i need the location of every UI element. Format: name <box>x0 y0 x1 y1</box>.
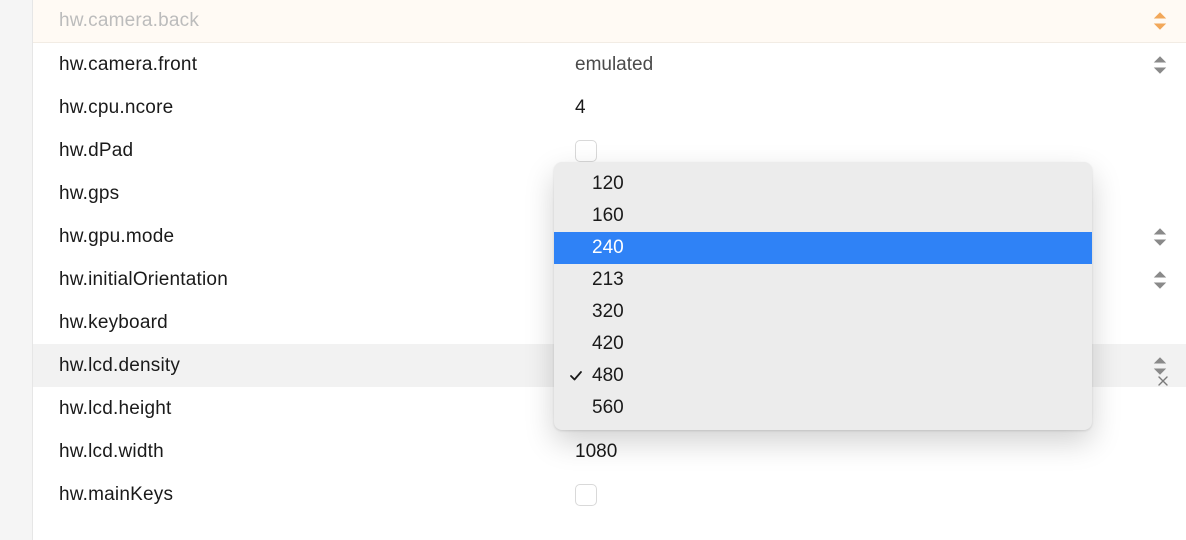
dropdown-option-label: 240 <box>592 237 624 258</box>
property-label: hw.lcd.width <box>59 441 565 463</box>
property-label: hw.gps <box>59 183 565 205</box>
dropdown-option[interactable]: 560 <box>554 392 1092 424</box>
property-label: hw.camera.back <box>59 10 565 32</box>
stepper-icon[interactable] <box>1152 56 1168 74</box>
property-label: hw.cpu.ncore <box>59 97 565 119</box>
density-dropdown[interactable]: 120 160 240 213 320 420 480 560 <box>554 162 1092 430</box>
checkbox[interactable] <box>575 484 597 506</box>
property-value[interactable] <box>565 12 1168 30</box>
check-icon <box>566 360 586 392</box>
property-label: hw.gpu.mode <box>59 226 565 248</box>
dropdown-option[interactable]: 213 <box>554 264 1092 296</box>
property-label: hw.lcd.density <box>59 355 565 377</box>
property-label: hw.camera.front <box>59 54 565 76</box>
property-label: hw.dPad <box>59 140 565 162</box>
property-value[interactable]: emulated <box>565 54 1168 76</box>
dropdown-option[interactable]: 320 <box>554 296 1092 328</box>
property-value[interactable] <box>565 484 1168 506</box>
dropdown-option[interactable]: 420 <box>554 328 1092 360</box>
dropdown-option-label: 560 <box>592 397 624 418</box>
property-row[interactable]: hw.mainKeys <box>33 473 1186 516</box>
property-label: hw.keyboard <box>59 312 565 334</box>
property-row[interactable]: hw.camera.front emulated <box>33 43 1186 86</box>
dropdown-option-label: 420 <box>592 333 624 354</box>
checkbox[interactable] <box>575 140 597 162</box>
property-row[interactable]: hw.cpu.ncore 4 <box>33 86 1186 129</box>
dropdown-option[interactable]: 160 <box>554 200 1092 232</box>
dropdown-option[interactable]: 120 <box>554 168 1092 200</box>
dropdown-option-label: 160 <box>592 205 624 226</box>
dropdown-option-label: 120 <box>592 173 624 194</box>
property-label: hw.initialOrientation <box>59 269 565 291</box>
dropdown-option-label: 213 <box>592 269 624 290</box>
dropdown-option[interactable]: 480 <box>554 360 1092 392</box>
clear-button[interactable] <box>1154 372 1172 390</box>
property-row[interactable]: hw.lcd.width 1080 <box>33 430 1186 473</box>
property-value[interactable]: 4 <box>565 97 1168 119</box>
stepper-icon[interactable] <box>1152 12 1168 30</box>
property-value[interactable]: 1080 <box>565 441 1168 463</box>
dropdown-option[interactable]: 240 <box>554 232 1092 264</box>
dropdown-option-label: 480 <box>592 365 624 386</box>
property-label: hw.lcd.height <box>59 398 565 420</box>
property-row[interactable]: hw.camera.back <box>33 0 1186 43</box>
property-label: hw.mainKeys <box>59 484 565 506</box>
property-value[interactable] <box>565 140 1168 162</box>
dropdown-option-label: 320 <box>592 301 624 322</box>
stepper-icon[interactable] <box>1152 271 1168 289</box>
stepper-icon[interactable] <box>1152 228 1168 246</box>
